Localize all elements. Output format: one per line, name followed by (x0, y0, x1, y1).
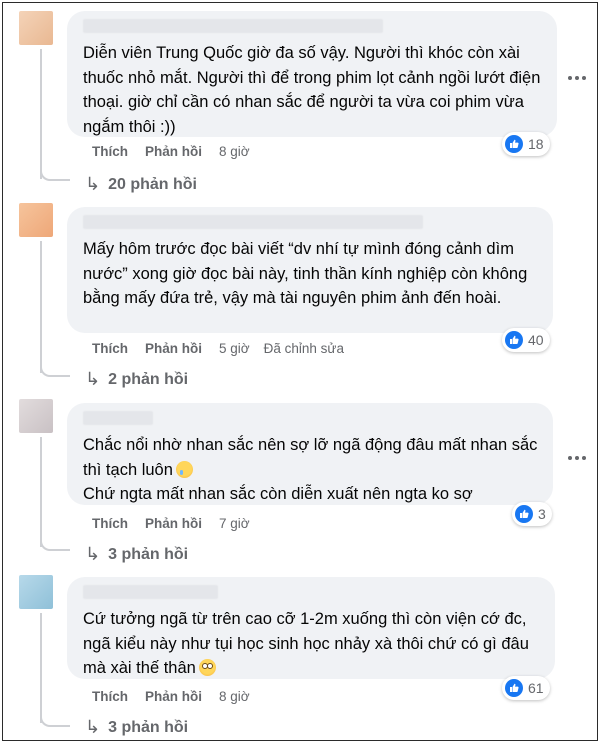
avatar[interactable] (19, 203, 53, 237)
thumbs-up-icon (515, 505, 533, 523)
more-options-icon[interactable] (568, 75, 586, 81)
thread-curve (40, 537, 70, 551)
reaction-number: 40 (528, 332, 544, 348)
comment-bubble: Mấy hôm trước đọc bài viết “dv nhí tự mì… (67, 207, 553, 333)
comment-line-2: Chứ ngta mất nhan sắc còn diễn xuất nên … (83, 485, 473, 503)
commenter-name[interactable] (83, 19, 383, 33)
edited-label: Đã chỉnh sửa (263, 341, 344, 356)
replies-count: 20 phản hồi (108, 175, 197, 193)
comment-bubble: Cứ tưởng ngã từ trên cao cỡ 1-2m xuống t… (67, 577, 555, 679)
reaction-number: 61 (528, 680, 544, 696)
view-replies-link[interactable]: ↳ 3 phản hồi (85, 544, 188, 565)
timestamp[interactable]: 7 giờ (219, 516, 250, 531)
comment-actions: Thích Phản hồi 5 giờ Đã chỉnh sửa (92, 341, 344, 356)
thread-line (40, 437, 42, 547)
reply-button[interactable]: Phản hồi (145, 144, 202, 159)
reaction-number: 3 (538, 506, 546, 522)
reply-arrow-icon: ↳ (85, 369, 101, 389)
replies-count: 3 phản hồi (108, 545, 189, 563)
reply-button[interactable]: Phản hồi (145, 341, 202, 356)
like-button[interactable]: Thích (92, 144, 128, 159)
replies-count: 3 phản hồi (108, 718, 189, 736)
comment-text: Chắc nổi nhờ nhan sắc nên sợ lỡ ngã động… (83, 433, 539, 507)
reaction-number: 18 (528, 136, 544, 152)
reaction-count[interactable]: 40 (502, 328, 550, 352)
replies-count: 2 phản hồi (108, 370, 189, 388)
thumbs-up-icon (505, 135, 523, 153)
crying-face-emoji-icon (175, 460, 193, 478)
reply-arrow-icon: ↳ (85, 174, 101, 194)
commenter-name[interactable] (83, 411, 153, 425)
comment-bubble: Chắc nổi nhờ nhan sắc nên sợ lỡ ngã động… (67, 403, 553, 505)
comment-text-body: Cứ tưởng ngã từ trên cao cỡ 1-2m xuống t… (83, 610, 529, 677)
thumbs-up-icon (505, 331, 523, 349)
reaction-count[interactable]: 61 (502, 676, 550, 700)
view-replies-link[interactable]: ↳ 3 phản hồi (85, 717, 188, 738)
thread-curve (40, 713, 70, 727)
eye-roll-emoji-icon (198, 659, 216, 676)
avatar[interactable] (19, 575, 53, 609)
comment-bubble: Diễn viên Trung Quốc giờ đa số vậy. Ngườ… (67, 11, 557, 137)
reply-button[interactable]: Phản hồi (145, 689, 202, 704)
commenter-name[interactable] (83, 215, 423, 229)
view-replies-link[interactable]: ↳ 20 phản hồi (85, 174, 197, 195)
thread-curve (40, 167, 70, 181)
avatar[interactable] (19, 11, 53, 45)
thread-line (40, 241, 42, 373)
timestamp[interactable]: 5 giờ (219, 341, 250, 356)
reply-button[interactable]: Phản hồi (145, 516, 202, 531)
reply-arrow-icon: ↳ (85, 544, 101, 564)
thread-line (40, 613, 42, 723)
comment-actions: Thích Phản hồi 7 giờ (92, 516, 264, 531)
timestamp[interactable]: 8 giờ (219, 144, 250, 159)
more-options-icon[interactable] (568, 455, 586, 461)
comment-section: Diễn viên Trung Quốc giờ đa số vậy. Ngườ… (2, 2, 598, 741)
avatar[interactable] (19, 399, 53, 433)
thumbs-up-icon (505, 679, 523, 697)
view-replies-link[interactable]: ↳ 2 phản hồi (85, 369, 188, 390)
reaction-count[interactable]: 18 (502, 132, 550, 156)
commenter-name[interactable] (83, 585, 218, 599)
like-button[interactable]: Thích (92, 341, 128, 356)
reply-arrow-icon: ↳ (85, 717, 101, 737)
thread-line (40, 49, 42, 179)
like-button[interactable]: Thích (92, 516, 128, 531)
comment-text: Diễn viên Trung Quốc giờ đa số vậy. Ngườ… (83, 44, 541, 136)
reaction-count[interactable]: 3 (512, 502, 552, 526)
comment-text: Cứ tưởng ngã từ trên cao cỡ 1-2m xuống t… (83, 607, 541, 681)
thread-curve (40, 363, 70, 377)
like-button[interactable]: Thích (92, 689, 128, 704)
comment-text: Mấy hôm trước đọc bài viết “dv nhí tự mì… (83, 240, 528, 307)
comment-line-1: Chắc nổi nhờ nhan sắc nên sợ lỡ ngã động… (83, 436, 538, 479)
comment-actions: Thích Phản hồi 8 giờ (92, 689, 264, 704)
timestamp[interactable]: 8 giờ (219, 689, 250, 704)
comment-actions: Thích Phản hồi 8 giờ (92, 144, 264, 159)
